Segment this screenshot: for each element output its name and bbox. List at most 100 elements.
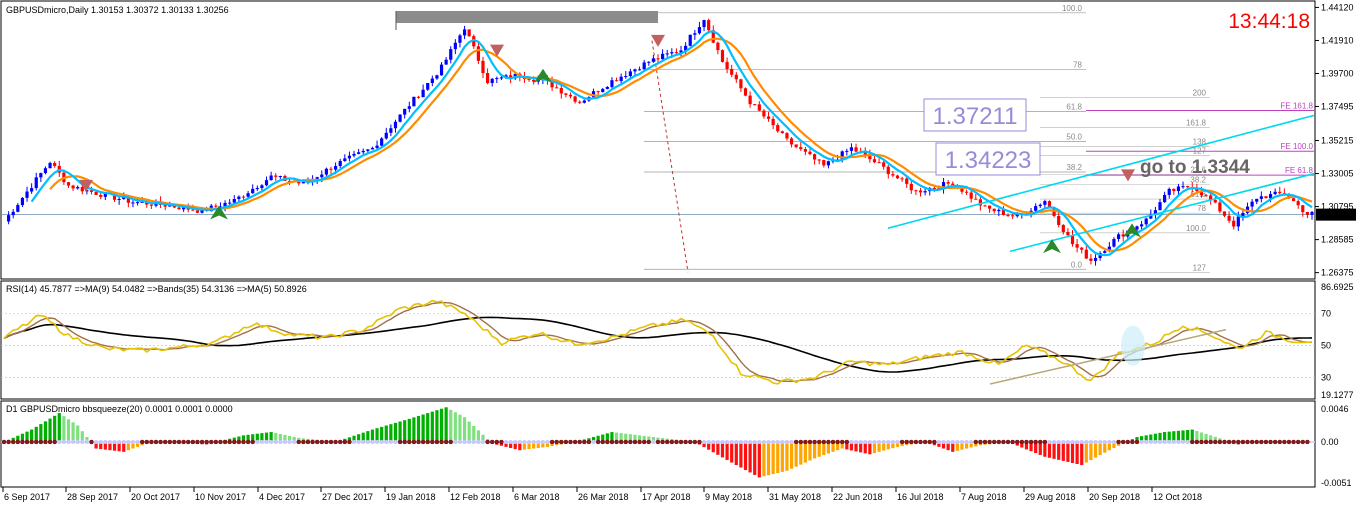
bbs-dot [706, 439, 711, 444]
candle-body [1158, 202, 1162, 211]
bbs-dot [840, 439, 845, 445]
candle-body [177, 207, 181, 210]
bbs-dot [1028, 439, 1034, 445]
rsi-tick-label: 50 [1321, 341, 1331, 351]
price-box-2[interactable]: 1.34223 [935, 142, 1041, 176]
bbs-dot [766, 439, 771, 444]
bbs-bar [757, 441, 761, 478]
y-tick-label: 1.44120 [1321, 2, 1354, 12]
candle-body [1070, 235, 1075, 245]
candle-body [1264, 196, 1268, 199]
bbs-dot [47, 439, 53, 445]
bbs-dot [1158, 439, 1163, 444]
bbs-dot [1240, 439, 1246, 445]
candle-body [1186, 186, 1190, 188]
candle-body [334, 166, 338, 170]
candle-body [946, 182, 950, 184]
bbs-dot [655, 439, 661, 445]
candle-body [1089, 258, 1093, 261]
chart-canvas[interactable]: 100.07861.850.038.20.0200161.813812723.6… [0, 0, 1358, 509]
candle-body [232, 198, 236, 203]
fe-label: FE 161.8 [1281, 102, 1314, 111]
candle-body [135, 202, 140, 204]
bbs-dot [273, 439, 278, 444]
bbs-dot [623, 439, 628, 445]
dashed-trendline[interactable] [651, 40, 689, 273]
y-tick-label: 1.35215 [1321, 136, 1354, 146]
fe-label: FE 61.8 [1285, 166, 1314, 175]
candle-body [1061, 225, 1065, 233]
x-tick-label: 22 Jun 2018 [833, 492, 883, 502]
bbs-dot [1277, 439, 1282, 445]
x-tick-label: 6 Mar 2018 [514, 492, 560, 502]
candle-body [905, 178, 909, 184]
bbs-dot [411, 439, 417, 445]
bbs-dot [807, 439, 813, 445]
candle-body [1222, 211, 1227, 216]
candle-body [476, 46, 480, 61]
bbs-dot [1116, 439, 1121, 445]
price-box-1[interactable]: 1.37211 [923, 98, 1027, 132]
candle-body [1181, 186, 1185, 188]
bbs-dot [6, 439, 11, 445]
bbs-dot [669, 439, 675, 445]
bbs-bar [375, 428, 379, 442]
bbs-dot [1038, 439, 1043, 445]
bbs-dot [218, 439, 223, 445]
candle-body [444, 59, 448, 65]
x-axis: 6 Sep 2017 28 Sep 2017 20 Oct 2017 10 Nov 2… [2, 487, 1202, 502]
rsi-trendline[interactable] [989, 328, 1227, 385]
candle-body [1163, 194, 1167, 203]
candle-body [1034, 206, 1038, 211]
candle-body [596, 91, 600, 93]
bbs-dot [1167, 439, 1172, 444]
rsi-panel-frame [0, 280, 1316, 400]
candle-body [228, 202, 232, 204]
candle-body [255, 188, 259, 190]
candle-body [39, 173, 43, 178]
bbs-dot [407, 439, 412, 445]
candle-body [458, 35, 462, 43]
bbs-bar [393, 422, 398, 442]
fib-ext-label: 161.8 [1186, 119, 1207, 128]
bbs-dot [591, 439, 596, 444]
bbs-bar [53, 415, 57, 442]
candle-body [854, 147, 858, 152]
bbs-dot [780, 439, 785, 444]
candle-body [605, 86, 609, 89]
bbs-dot [167, 439, 173, 445]
bbs-bar [1043, 441, 1047, 457]
candle-body [794, 144, 798, 148]
bbs-dot [144, 439, 149, 445]
rsi-ma-line [3, 301, 1313, 382]
bbs-dot [1139, 439, 1144, 444]
candle-body [757, 104, 761, 111]
bbs-dot [1217, 439, 1223, 445]
candle-body [426, 83, 430, 90]
bbs-dot [886, 439, 891, 444]
bbs-bar [743, 441, 748, 470]
bbs-dot [61, 439, 66, 444]
bbs-dot [1111, 439, 1116, 444]
bbs-dot [913, 439, 919, 445]
highlight-rectangle[interactable] [396, 11, 658, 23]
candle-body [393, 121, 398, 129]
bbs-dot [296, 439, 301, 445]
candle-body [278, 176, 282, 178]
bbs-dot [292, 439, 297, 444]
bbs-dot [1120, 439, 1126, 445]
bbs-dot [181, 439, 186, 445]
candle-body [886, 166, 890, 175]
candle-body [1066, 232, 1070, 236]
bbs-dot [172, 439, 177, 445]
bbs-dot [1249, 439, 1255, 445]
bbs-dot [264, 439, 269, 444]
candle-body [481, 60, 485, 74]
y-tick-label: 1.37495 [1321, 101, 1354, 111]
bbs-dot [1, 439, 7, 445]
bbs-dot [563, 439, 569, 445]
bbs-bar [748, 441, 752, 473]
bbs-dot [748, 439, 753, 444]
candle-body [380, 138, 384, 146]
bbs-dot [420, 439, 426, 445]
